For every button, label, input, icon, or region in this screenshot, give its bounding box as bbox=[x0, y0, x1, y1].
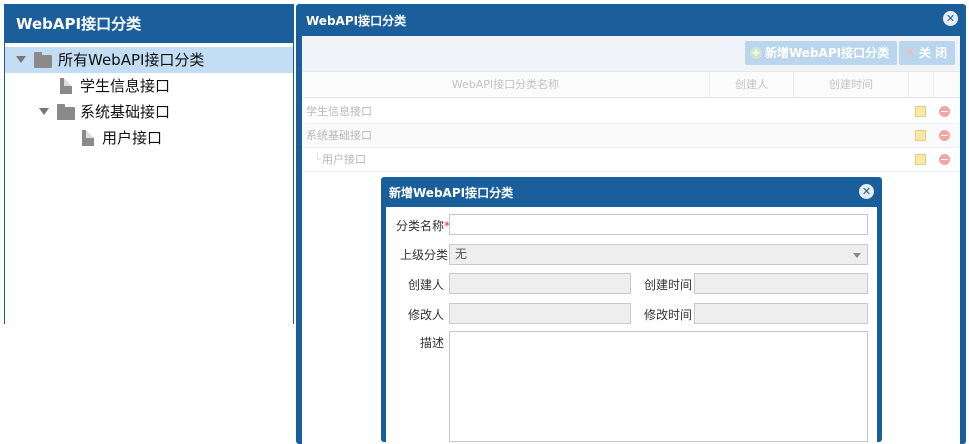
folder-icon bbox=[34, 52, 52, 68]
tree-node-label: 用户接口 bbox=[102, 129, 163, 147]
delete-icon[interactable] bbox=[939, 106, 950, 117]
file-icon bbox=[82, 130, 94, 146]
tree-node-all-categories[interactable]: 所有WebAPI接口分类 bbox=[5, 47, 293, 73]
edit-icon[interactable] bbox=[915, 154, 926, 165]
tree-node-student-info[interactable]: 学生信息接口 bbox=[5, 73, 293, 99]
name-label: 分类名称* bbox=[386, 217, 450, 234]
column-header-creator[interactable]: 创建人 bbox=[710, 72, 794, 98]
plus-icon: + bbox=[750, 46, 762, 59]
modified-time-field bbox=[694, 303, 868, 324]
table-row[interactable]: └ 用户接口 bbox=[302, 148, 960, 172]
expand-arrow-icon[interactable] bbox=[16, 56, 26, 63]
created-time-label: 创建时间 bbox=[643, 278, 692, 292]
column-header-edit bbox=[909, 72, 934, 98]
table-row[interactable]: 学生信息接口 bbox=[302, 100, 960, 124]
dialog-title: 新增WebAPI接口分类 bbox=[389, 186, 514, 200]
modified-time-label: 修改时间 bbox=[643, 308, 692, 322]
close-icon[interactable]: ✕ bbox=[943, 11, 958, 26]
close-icon[interactable]: ✕ bbox=[859, 184, 874, 199]
category-name-input[interactable] bbox=[449, 214, 868, 235]
column-header-created-time[interactable]: 创建时间 bbox=[794, 72, 909, 98]
column-header-delete bbox=[934, 72, 960, 98]
modifier-label: 修改人 bbox=[407, 308, 444, 322]
category-tree: 所有WebAPI接口分类 学生信息接口 系统基础接口 用户接口 bbox=[5, 43, 293, 151]
close-dialog-label: 关 闭 bbox=[919, 46, 948, 60]
parent-category-value: 无 bbox=[455, 247, 468, 261]
parent-label: 上级分类 bbox=[399, 248, 448, 262]
tree-node-system-base[interactable]: 系统基础接口 bbox=[5, 99, 293, 125]
add-category-label: 新增WebAPI接口分类 bbox=[765, 46, 890, 60]
folder-icon bbox=[57, 104, 75, 120]
tree-panel-title: WebAPI接口分类 bbox=[5, 5, 293, 43]
name-label-text: 分类名称 bbox=[395, 219, 444, 233]
delete-icon[interactable] bbox=[939, 154, 950, 165]
table-row[interactable]: 系统基础接口 bbox=[302, 124, 960, 148]
row-name: 用户接口 bbox=[322, 153, 366, 166]
creator-field bbox=[449, 273, 631, 294]
parent-category-select[interactable]: 无 bbox=[449, 244, 868, 265]
tree-node-label: 所有WebAPI接口分类 bbox=[58, 51, 205, 69]
file-icon bbox=[60, 78, 72, 94]
add-category-dialog: 新增WebAPI接口分类 ✕ 分类名称* 上级分类 无 创建人 创建时间 修改人… bbox=[381, 177, 882, 442]
tree-node-label: 学生信息接口 bbox=[80, 77, 171, 95]
row-name: 系统基础接口 bbox=[306, 129, 372, 142]
grid-header: WebAPI接口分类名称 创建人 创建时间 bbox=[302, 72, 960, 98]
category-tree-panel: WebAPI接口分类 所有WebAPI接口分类 学生信息接口 系统基础接口 用户… bbox=[4, 4, 294, 324]
tree-line-icon: └ bbox=[314, 153, 321, 166]
add-category-button[interactable]: + 新增WebAPI接口分类 bbox=[745, 41, 898, 65]
expand-arrow-icon[interactable] bbox=[39, 108, 49, 115]
delete-icon[interactable] bbox=[939, 130, 950, 141]
description-textarea[interactable] bbox=[449, 331, 868, 442]
grid-toolbar: + 新增WebAPI接口分类 ✕ 关 闭 bbox=[302, 36, 960, 72]
created-time-field bbox=[694, 273, 868, 294]
column-header-name[interactable]: WebAPI接口分类名称 bbox=[302, 72, 710, 98]
dialog-title: WebAPI接口分类 bbox=[306, 14, 407, 28]
edit-icon[interactable] bbox=[915, 106, 926, 117]
tree-node-user[interactable]: 用户接口 bbox=[5, 125, 293, 151]
tree-node-label: 系统基础接口 bbox=[80, 103, 171, 121]
creator-label: 创建人 bbox=[407, 278, 444, 292]
modifier-field bbox=[449, 303, 631, 324]
chevron-down-icon bbox=[853, 253, 861, 258]
description-label: 描述 bbox=[419, 336, 444, 350]
category-form: 分类名称* 上级分类 无 创建人 创建时间 修改人 修改时间 描述 bbox=[386, 207, 877, 442]
close-dialog-button[interactable]: ✕ 关 闭 bbox=[899, 41, 956, 65]
row-name: 学生信息接口 bbox=[306, 105, 372, 118]
x-icon: ✕ bbox=[904, 45, 916, 61]
edit-icon[interactable] bbox=[915, 130, 926, 141]
